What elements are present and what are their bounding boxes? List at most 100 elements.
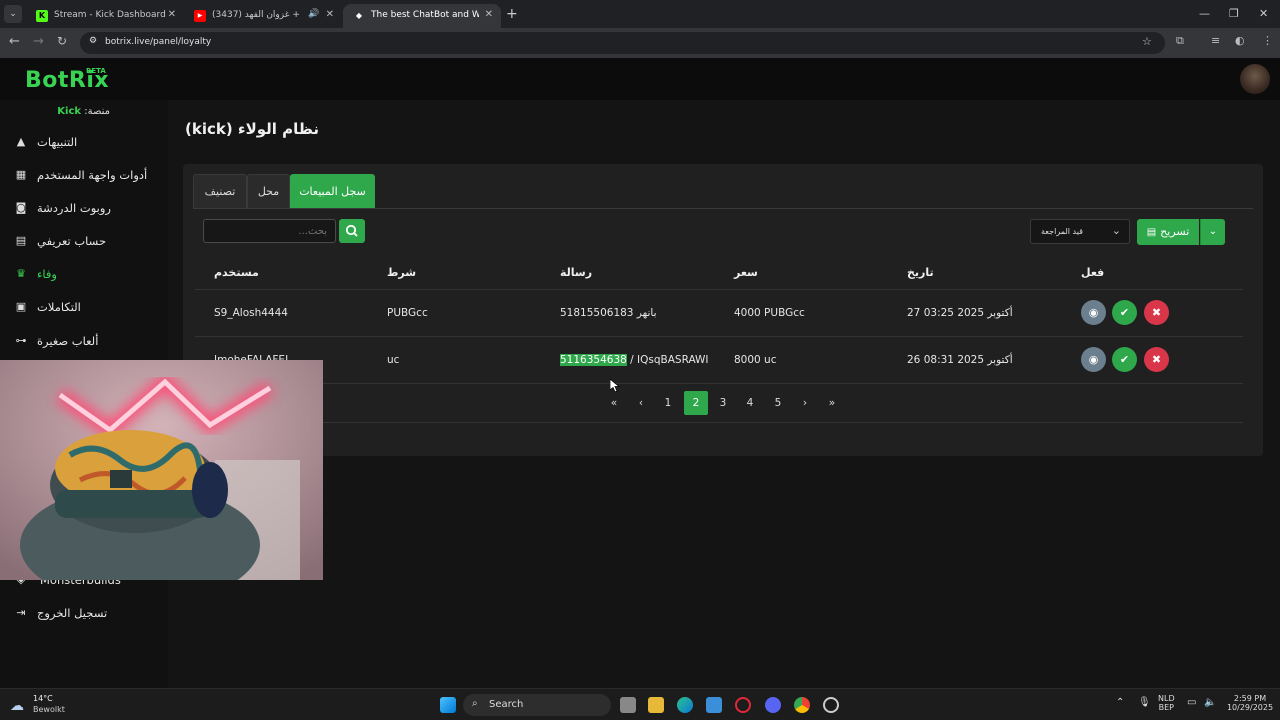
avatar[interactable] [1240,64,1270,94]
close-tab-icon[interactable]: ✕ [485,9,493,20]
mouse-cursor-icon [610,379,620,393]
bookmark-star-icon[interactable]: ☆ [1142,35,1152,48]
browser-tab-kick[interactable]: K Stream - Kick Dashboard ✕ [26,4,184,28]
page-button-current[interactable]: 2 [684,391,708,415]
browser-tab-botrix[interactable]: ◆ The best ChatBot and Widgets ✕ [343,4,501,28]
lang-primary: NLD [1158,694,1175,703]
sidebar-item-chatbot[interactable]: ◙ روبوت الدردشة [0,194,168,224]
export-button[interactable]: ▤ تسريح [1137,219,1199,245]
tab-sales-log[interactable]: سجل المبيعات [290,174,375,208]
first-page-button[interactable]: « [602,391,626,415]
discord-icon[interactable] [765,697,781,713]
sidebar-item-label: تسجيل الخروج [37,606,108,620]
sidebar-item-minigames[interactable]: ⊶ ألعاب صغيرة [0,327,168,357]
chevron-down-icon: ⌄ [1111,224,1121,237]
grid-icon: ▦ [15,168,27,181]
app-icon[interactable] [823,697,839,713]
platform-value: Kick [57,106,82,117]
approve-button[interactable]: ✔ [1112,347,1137,372]
browser-tab-youtube[interactable]: ▶ (3437) نور الزين + غزوان الفهد 🔊 ✕ [184,4,342,28]
site-info-icon[interactable]: ⚙ [89,36,97,46]
search-input[interactable] [203,219,336,243]
sidebar-item-logout[interactable]: ⇥ تسجيل الخروج [0,599,168,629]
status-filter-select[interactable]: قيد المراجعة ⌄ [1030,219,1130,244]
page-button[interactable]: 5 [766,391,790,415]
windows-start-icon[interactable] [440,697,456,713]
export-dropdown-button[interactable]: ⌄ [1200,219,1225,245]
id-card-icon: ▤ [15,234,27,247]
sidebar-item-label: حساب تعريفي [37,234,107,248]
approve-button[interactable]: ✔ [1112,300,1137,325]
clock-time: 2:59 PM [1233,694,1267,703]
chrome-icon[interactable] [794,697,810,713]
view-button[interactable]: ◉ [1081,300,1106,325]
new-tab-button[interactable]: + [506,6,518,22]
reject-button[interactable]: ✖ [1144,300,1169,325]
audio-icon[interactable]: 🔊 [308,9,319,19]
sidebar-item-profile[interactable]: ▤ حساب تعريفي [0,227,168,257]
close-window-icon[interactable]: ✕ [1259,7,1268,20]
back-icon[interactable]: ← [9,34,20,49]
tab-title: (3437) نور الزين + غزوان الفهد [212,10,300,20]
menu-icon[interactable]: ⋮ [1262,34,1273,47]
opera-icon[interactable] [735,697,751,713]
sidebar-item-integrations[interactable]: ▣ التكاملات [0,293,168,323]
selected-text: 5116354638 [560,354,627,366]
file-explorer-icon[interactable] [648,697,664,713]
prev-page-button[interactable]: ‹ [629,391,653,415]
url-field[interactable]: ⚙ botrix.live/panel/loyalty ☆ [80,32,1165,54]
page-button[interactable]: 4 [738,391,762,415]
lang-secondary: BEP [1158,703,1174,712]
search-button[interactable] [339,219,365,243]
media-icon[interactable]: ≡ [1211,34,1220,47]
chevron-down-icon: ⌄ [1208,226,1218,237]
tab-list-button[interactable]: ⌄ [4,5,22,23]
close-tab-icon[interactable]: ✕ [168,9,176,20]
tab-shop[interactable]: محل [247,174,290,208]
volume-icon[interactable]: 🔈 [1204,697,1216,708]
column-header-price: سعر [734,266,758,279]
platform-label: منصة: [84,106,110,117]
filter-value: قيد المراجعة [1041,227,1083,236]
reject-button[interactable]: ✖ [1144,347,1169,372]
network-icon[interactable]: ▭ [1187,697,1196,708]
sidebar-item-alerts[interactable]: ▲ التنبيهات [0,128,168,158]
view-button[interactable]: ◉ [1081,347,1106,372]
sidebar-item-label: ألعاب صغيرة [37,334,99,348]
extensions-icon[interactable]: ⧉ [1176,34,1184,48]
language-indicator[interactable]: NLD BEP [1158,694,1175,712]
page-button[interactable]: 3 [711,391,735,415]
column-header-item: شرط [387,266,417,279]
page-button[interactable]: 1 [656,391,680,415]
store-icon[interactable] [706,697,722,713]
chevron-up-icon[interactable]: ⌃ [1116,697,1124,708]
sidebar-item-widgets[interactable]: ▦ أدوات واجهة المستخدم [0,161,168,191]
task-view-icon[interactable] [620,697,636,713]
clock[interactable]: 2:59 PM 10/29/2025 [1224,694,1276,712]
last-page-button[interactable]: » [820,391,844,415]
taskbar-search[interactable]: ⌕ Search [463,694,611,716]
edge-icon[interactable] [677,697,693,713]
column-header-action: فعل [1081,266,1105,279]
minimize-icon[interactable]: — [1199,7,1210,20]
restore-icon[interactable]: ❐ [1229,7,1239,20]
tab-ranking[interactable]: تصنيف [193,174,247,208]
tab-divider [193,208,1253,209]
webcam-feed [0,360,323,580]
microphone-icon[interactable]: 🎙 [1138,697,1151,708]
tab-title: Stream - Kick Dashboard [54,10,166,20]
cell-price: 4000 PUBGcc [734,307,805,319]
message-text: / IQsqBASRAWI [626,354,709,366]
kick-favicon-icon: K [36,10,48,22]
next-page-button[interactable]: › [793,391,817,415]
close-tab-icon[interactable]: ✕ [326,9,334,20]
profile-icon[interactable]: ◐ [1235,34,1245,47]
sidebar-item-loyalty[interactable]: ♛ وفاء [0,260,168,290]
page-title: نظام الولاء (kick) [185,120,320,138]
column-header-date: تاريخ [907,266,934,279]
integrations-icon: ▣ [15,300,27,313]
app-header: BotRix BETA [0,58,1280,100]
cell-date: 27 أكتوبر 2025 03:25 [907,307,1013,319]
reload-icon[interactable]: ↻ [57,34,67,48]
forward-icon[interactable]: → [33,34,44,49]
